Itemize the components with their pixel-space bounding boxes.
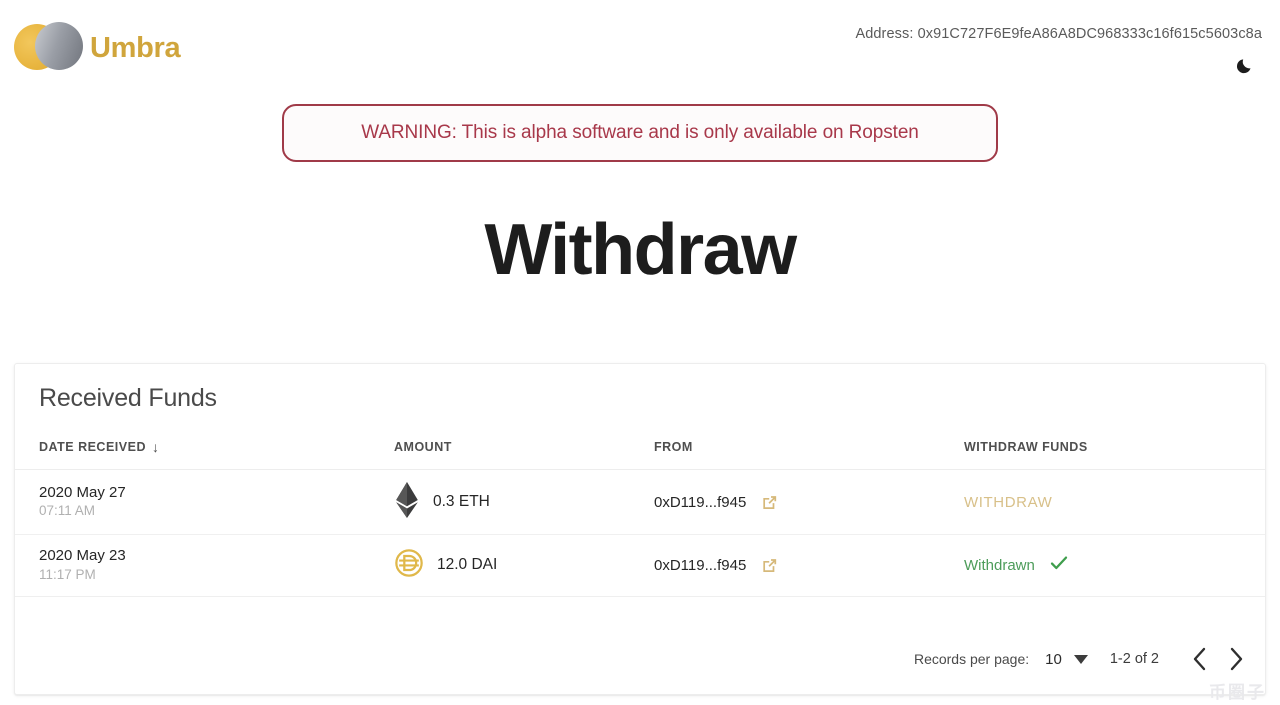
row-from-address: 0xD119...f945 [654,556,747,574]
column-label: AMOUNT [394,440,452,454]
card-title: Received Funds [39,384,217,412]
records-per-page-label: Records per page: [913,651,1030,667]
row-time: 11:17 PM [39,566,96,582]
table-header: DATE RECEIVED ↓ AMOUNT FROM WITHDRAW FUND… [15,429,1265,470]
records-per-page-value: 10 [1045,650,1062,668]
cell-amount: 0.3 ETH [394,469,654,535]
chevron-down-icon [1073,654,1088,664]
external-link-icon[interactable] [760,493,779,512]
sort-desc-arrow-icon: ↓ [151,439,160,455]
table-paginator: Records per page: 10 1-2 of 2 [914,646,1247,672]
table-header-row: DATE RECEIVED ↓ AMOUNT FROM WITHDRAW FUND… [15,429,1265,470]
column-header-from[interactable]: FROM [654,429,964,470]
brand-logo[interactable]: Umbra [14,20,181,76]
wallet-address: Address: 0x91C727F6E9feA86A8DC968333c16f… [855,26,1262,42]
row-date: 2020 May 23 [39,547,126,564]
row-amount: 0.3 ETH [433,493,490,510]
external-link-icon[interactable] [760,556,779,575]
column-header-date-received[interactable]: DATE RECEIVED ↓ [15,429,394,470]
page-title: Withdraw [484,210,797,290]
records-per-page-select[interactable]: 10 [1045,651,1088,668]
row-amount: 12.0 DAI [437,556,498,574]
cell-withdraw-status: Withdrawn [964,534,1265,597]
chevron-right-icon[interactable] [1225,646,1247,672]
column-label: FROM [654,440,693,454]
column-label: WITHDRAW FUNDS [964,440,1088,454]
table-row: 2020 May 27 07:11 AM 0.3 ETH 0xD119...f9… [15,469,1265,535]
warning-text: WARNING: This is alpha software and is o… [361,122,919,143]
umbra-eclipse-logo-icon [14,20,83,76]
pagination-range: 1-2 of 2 [1109,651,1159,667]
warning-box: WARNING: This is alpha software and is o… [282,104,998,162]
dai-icon [394,548,424,582]
app-header: Umbra Address: 0x91C727F6E9feA86A8DC9683… [0,0,1280,92]
site-watermark: 币圈子 [1209,683,1266,702]
withdrawn-status-label: Withdrawn [964,556,1035,574]
received-funds-card: Received Funds DATE RECEIVED ↓ AMOUNT FRO… [14,363,1266,695]
cell-from: 0xD119...f945 [654,534,964,597]
moon-icon[interactable] [1232,52,1258,78]
cell-amount: 12.0 DAI [394,534,654,597]
logo-gray-circle [35,22,83,70]
check-icon [1049,553,1069,577]
column-header-amount[interactable]: AMOUNT [394,429,654,470]
cell-date-received: 2020 May 23 11:17 PM [15,534,394,597]
cell-from: 0xD119...f945 [654,469,964,535]
row-time: 07:11 AM [39,503,96,519]
received-funds-table: DATE RECEIVED ↓ AMOUNT FROM WITHDRAW FUND… [15,429,1265,597]
table-row: 2020 May 23 11:17 PM 12.0 DAI 0xD119...f… [15,534,1265,597]
brand-name: Umbra [90,31,181,64]
table-body: 2020 May 27 07:11 AM 0.3 ETH 0xD119...f9… [15,469,1265,597]
row-from-address: 0xD119...f945 [654,493,747,511]
row-date: 2020 May 27 [39,483,126,501]
column-label: DATE RECEIVED [39,440,146,454]
cell-date-received: 2020 May 27 07:11 AM [15,469,394,535]
column-header-withdraw-funds[interactable]: WITHDRAW FUNDS [964,429,1265,470]
ethereum-icon [394,482,420,522]
cell-withdraw-action: WITHDRAW [964,469,1265,535]
withdraw-button[interactable]: WITHDRAW [964,494,1052,511]
chevron-left-icon[interactable] [1189,646,1211,672]
alpha-warning-banner: WARNING: This is alpha software and is o… [0,104,1280,162]
